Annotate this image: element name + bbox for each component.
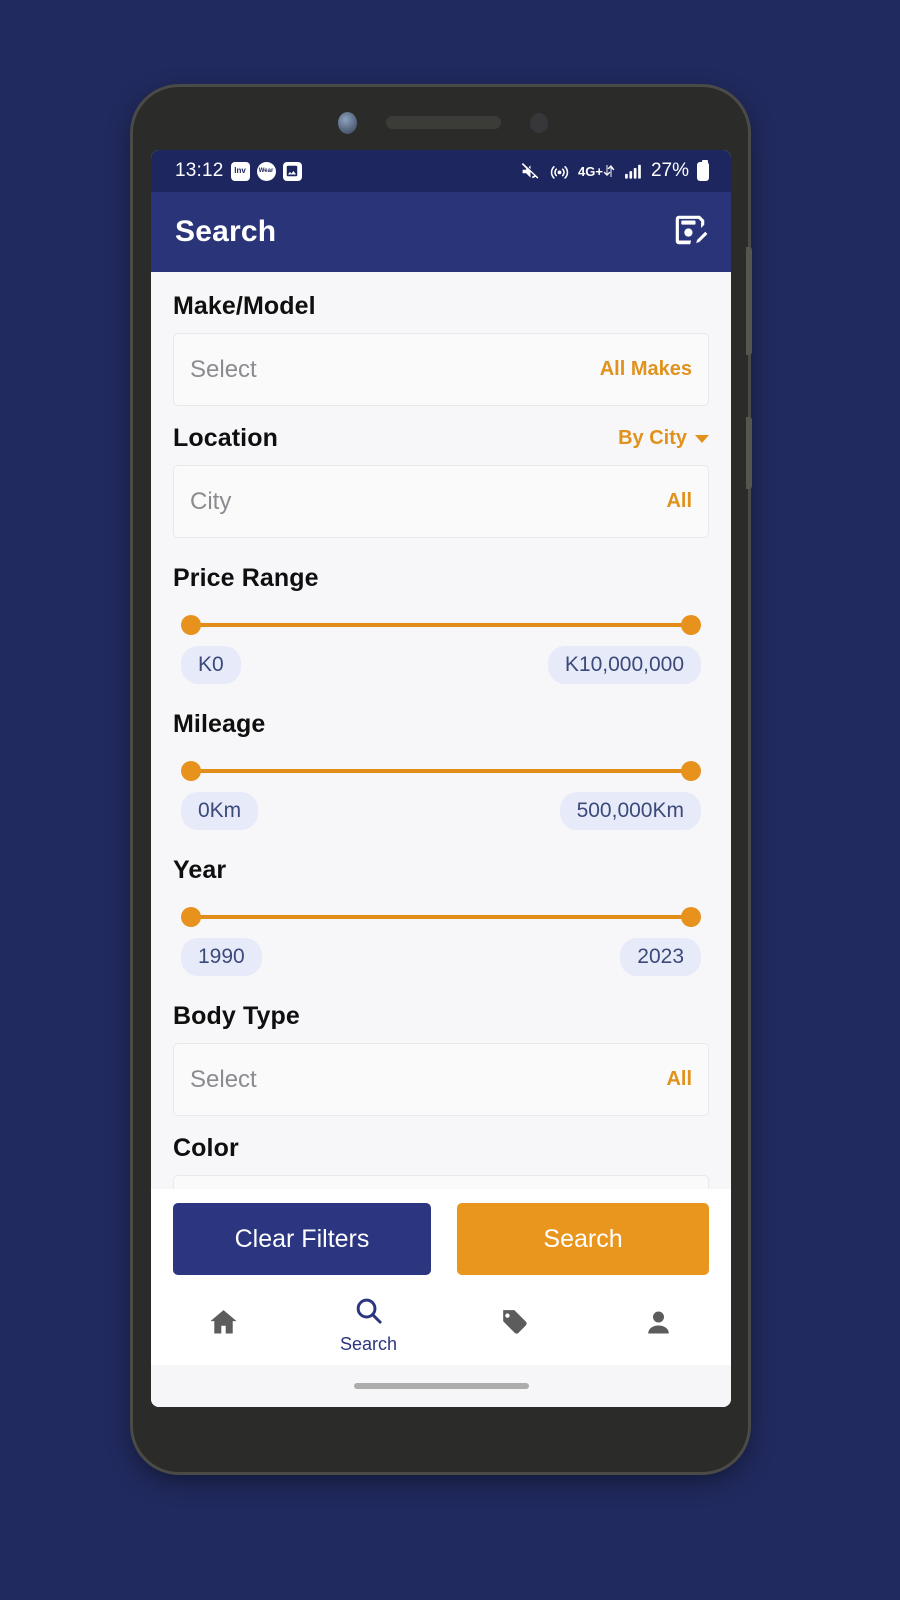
image-notification-icon	[282, 161, 302, 181]
field-make-model: Make/Model Select All Makes	[173, 292, 709, 406]
field-mileage: Mileage 0Km 500,000Km	[173, 710, 709, 830]
location-mode-value: By City	[618, 427, 687, 449]
status-time: 13:12	[175, 160, 224, 181]
location-label: Location	[173, 424, 278, 452]
clear-filters-button[interactable]: Clear Filters	[173, 1203, 431, 1275]
save-search-button[interactable]	[671, 211, 709, 254]
front-camera-icon	[338, 112, 357, 134]
year-max-handle[interactable]	[681, 907, 701, 927]
mileage-label: Mileage	[173, 710, 266, 738]
body-type-label: Body Type	[173, 1002, 300, 1030]
make-model-value: All Makes	[599, 358, 692, 380]
body-type-select[interactable]: Select All	[173, 1043, 709, 1116]
mileage-track	[191, 769, 691, 773]
make-model-label: Make/Model	[173, 292, 316, 320]
price-min-chip: K0	[181, 646, 241, 684]
year-slider[interactable]	[181, 907, 701, 927]
chevron-down-icon	[695, 434, 709, 443]
power-button[interactable]	[746, 417, 752, 489]
status-bar-left: 13:12 Inv Wear	[175, 160, 302, 182]
wear-notification-icon: Wear	[256, 161, 276, 181]
inv-notification-icon: Inv	[230, 161, 250, 181]
filters-scroll-area[interactable]: Make/Model Select All Makes Location By …	[151, 272, 731, 1189]
gesture-navigation-bar[interactable]	[151, 1365, 731, 1407]
signal-bars-icon	[623, 162, 643, 181]
status-bar-right: 4G+ 27%	[520, 159, 709, 182]
hotspot-icon	[549, 161, 570, 182]
price-range-min-handle[interactable]	[181, 615, 201, 635]
phone-screen: 13:12 Inv Wear 4G+ 27% Search Make/Model…	[151, 150, 731, 1407]
field-year: Year 1990 2023	[173, 856, 709, 976]
battery-percent: 27%	[650, 160, 689, 181]
gesture-handle[interactable]	[353, 1383, 529, 1389]
body-type-value: All	[666, 1068, 692, 1090]
field-price-range: Price Range K0 K10,000,000	[173, 564, 709, 684]
nav-item-home[interactable]	[151, 1306, 296, 1344]
volume-button[interactable]	[746, 247, 752, 355]
field-location: Location By City City All	[173, 424, 709, 538]
mileage-max-chip: 500,000Km	[559, 792, 701, 830]
nav-item-search[interactable]: Search	[296, 1295, 441, 1355]
mileage-slider[interactable]	[181, 761, 701, 781]
city-input[interactable]: City All	[173, 465, 709, 538]
bottom-navigation: Search	[151, 1285, 731, 1365]
mileage-min-handle[interactable]	[181, 761, 201, 781]
year-min-chip: 1990	[181, 938, 262, 976]
city-placeholder: City	[190, 487, 232, 515]
year-max-chip: 2023	[620, 938, 701, 976]
year-label: Year	[173, 856, 227, 884]
save-search-icon	[671, 211, 709, 254]
search-button[interactable]: Search	[457, 1203, 709, 1275]
price-range-max-handle[interactable]	[681, 615, 701, 635]
mileage-max-handle[interactable]	[681, 761, 701, 781]
nav-item-search-label: Search	[339, 1334, 398, 1354]
color-select[interactable]: Select All	[173, 1175, 709, 1189]
mileage-min-chip: 0Km	[181, 792, 259, 830]
phone-top-bezel	[133, 87, 748, 150]
color-label: Color	[173, 1134, 239, 1162]
tag-icon	[497, 1306, 530, 1344]
status-bar: 13:12 Inv Wear 4G+ 27%	[151, 150, 731, 192]
nav-item-profile[interactable]	[586, 1306, 731, 1344]
field-color: Color Select All	[173, 1134, 709, 1189]
search-icon	[353, 1295, 384, 1331]
person-icon	[642, 1306, 675, 1344]
year-min-handle[interactable]	[181, 907, 201, 927]
nav-item-listings[interactable]	[441, 1306, 586, 1344]
make-model-select[interactable]: Select All Makes	[173, 333, 709, 406]
price-range-track	[191, 623, 691, 627]
volume-mute-icon	[520, 161, 541, 182]
network-type-icon: 4G+	[578, 163, 615, 179]
app-bar: Search	[151, 192, 731, 272]
battery-icon	[697, 159, 709, 181]
make-model-placeholder: Select	[190, 355, 257, 383]
field-body-type: Body Type Select All	[173, 1002, 709, 1116]
city-value: All	[666, 490, 692, 512]
phone-frame: 13:12 Inv Wear 4G+ 27% Search Make/Model…	[133, 87, 752, 1472]
price-max-chip: K10,000,000	[547, 646, 701, 684]
price-range-label: Price Range	[173, 564, 319, 592]
body-type-placeholder: Select	[190, 1065, 257, 1093]
price-range-slider[interactable]	[181, 615, 701, 635]
location-mode-dropdown[interactable]: By City	[618, 427, 709, 450]
year-track	[191, 915, 691, 919]
proximity-sensor-icon	[530, 113, 548, 133]
action-bar: Clear Filters Search	[151, 1189, 731, 1285]
earpiece-speaker	[386, 116, 501, 129]
page-title: Search	[175, 215, 277, 248]
home-icon	[207, 1306, 240, 1344]
